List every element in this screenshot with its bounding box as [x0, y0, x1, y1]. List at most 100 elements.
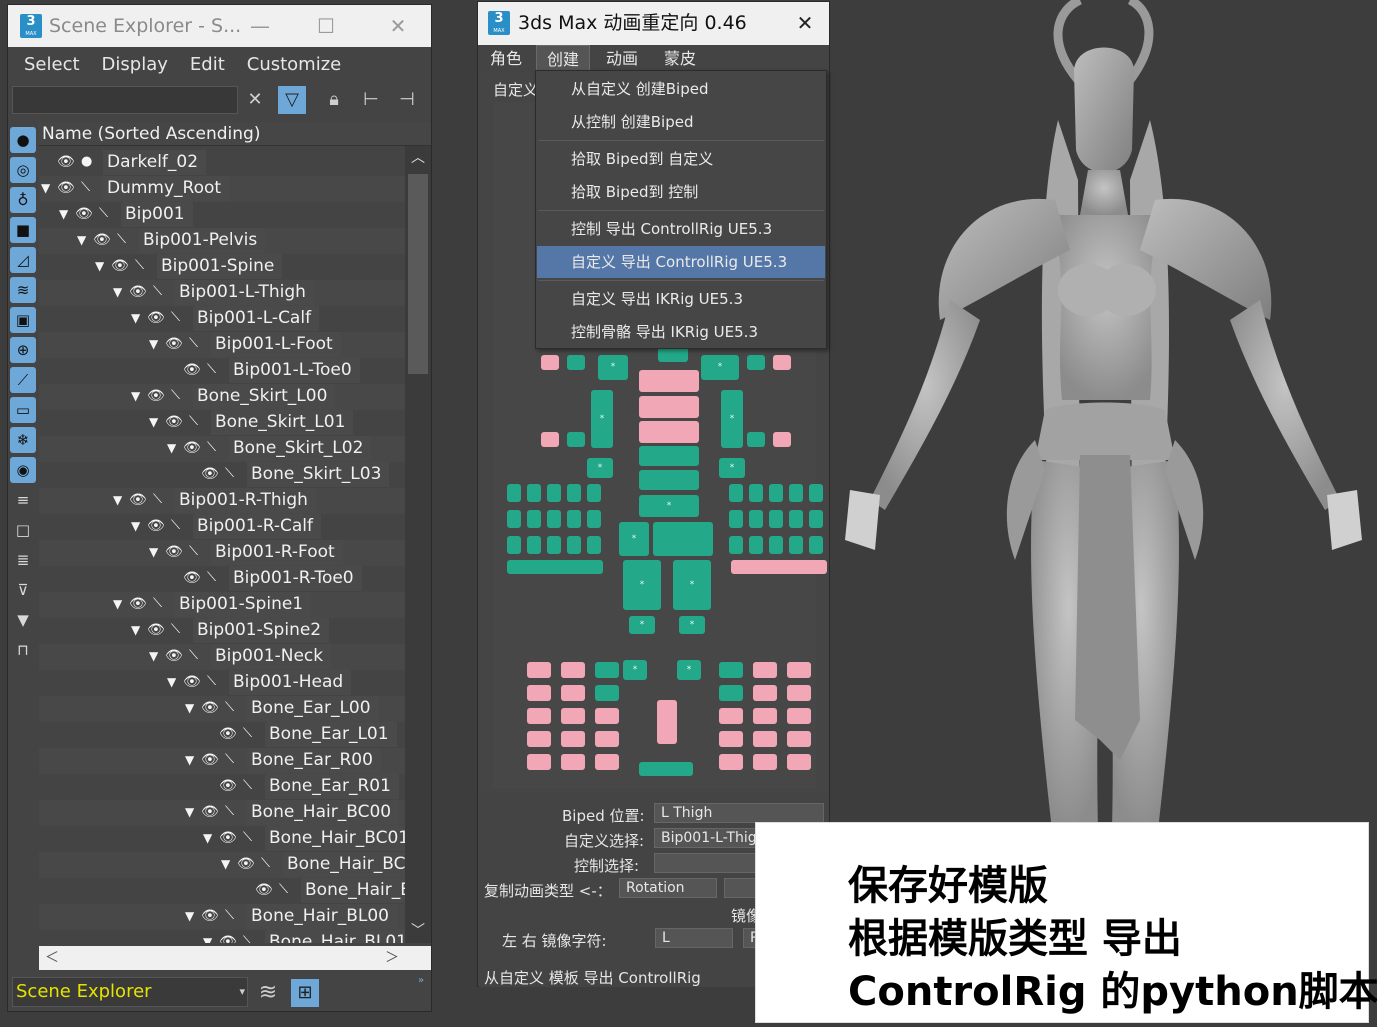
unmapped-bone-slot[interactable]	[561, 708, 585, 724]
menu-item-custom-export-controlrig[interactable]: 自定义 导出 ControllRig UE5.3	[537, 246, 825, 278]
tree-row[interactable]: ▼ 👁︎ ⟍ Bip001-L-Foot	[39, 332, 405, 358]
visibility-eye-icon[interactable]: 👁︎	[147, 388, 167, 404]
tree-row[interactable]: 👁︎ ● Darkelf_02	[39, 150, 405, 176]
expand-arrow-icon[interactable]: ▼	[95, 259, 109, 273]
expand-arrow-icon[interactable]: ▼	[203, 935, 217, 943]
tree-item-label[interactable]: Darkelf_02	[103, 150, 207, 175]
tree-item-label[interactable]: Bone_Hair_BC01	[265, 826, 405, 851]
unmapped-bone-slot[interactable]	[527, 685, 551, 701]
unmapped-bone-slot[interactable]	[527, 708, 551, 724]
expand-arrow-icon[interactable]: ▼	[185, 753, 199, 767]
mapped-bone-slot[interactable]	[809, 536, 823, 554]
tree-item-label[interactable]: Bone_Skirt_L00	[193, 384, 336, 409]
unmapped-bone-slot[interactable]	[787, 662, 811, 678]
mapped-bone-slot[interactable]	[527, 484, 541, 502]
vertical-scrollbar[interactable]: ︿ ﹀	[405, 146, 431, 943]
expand-arrow-icon[interactable]: ▼	[131, 389, 145, 403]
unmapped-bone-slot[interactable]	[719, 731, 743, 747]
menu-item-create-biped-from-control[interactable]: 从控制 创建Biped	[537, 106, 825, 138]
mapped-bone-slot[interactable]	[507, 484, 521, 502]
tree-row[interactable]: ▼ 👁︎ ⟍ Bip001-Spine1	[39, 592, 405, 618]
unmapped-bone-slot[interactable]	[527, 754, 551, 770]
column-header-name[interactable]: Name (Sorted Ascending)	[39, 122, 431, 146]
mapped-bone-slot[interactable]	[587, 484, 601, 502]
tree-row[interactable]: ▼ 👁︎ ⟍ Bone_Skirt_L02	[39, 436, 405, 462]
tree-row[interactable]: ▼ 👁︎ ⟍ Bip001-Head	[39, 670, 405, 696]
unmapped-bone-slot[interactable]	[773, 432, 791, 447]
expand-icon[interactable]: »	[413, 967, 429, 995]
mapped-bone-slot[interactable]: *	[591, 390, 613, 448]
unmapped-bone-slot[interactable]	[561, 731, 585, 747]
expand-arrow-icon[interactable]: ▼	[113, 285, 127, 299]
unmapped-bone-slot[interactable]	[787, 754, 811, 770]
mapped-bone-slot[interactable]	[527, 510, 541, 528]
expand-arrow-icon[interactable]: ▼	[149, 649, 163, 663]
menu-item-control-export-controlrig[interactable]: 控制 导出 ControllRig UE5.3	[537, 213, 825, 245]
visibility-eye-icon[interactable]: 👁︎	[219, 726, 239, 742]
tree-row[interactable]: ▼ 👁︎ ⟍ Bip001-Spine	[39, 254, 405, 280]
mapped-bone-slot[interactable]	[567, 484, 581, 502]
unmapped-bone-slot[interactable]	[719, 754, 743, 770]
mapped-bone-slot[interactable]	[658, 347, 688, 362]
menu-item-custom-export-ikrig[interactable]: 自定义 导出 IKRig UE5.3	[537, 283, 825, 315]
unmapped-bone-slot[interactable]	[561, 662, 585, 678]
unmapped-bone-slot[interactable]	[787, 731, 811, 747]
tree-row[interactable]: ▼ 👁︎ ⟍ Bone_Hair_BC(	[39, 852, 405, 878]
layers-icon[interactable]: ≋	[254, 979, 282, 1007]
mapped-bone-slot[interactable]	[567, 510, 581, 528]
export-template-label[interactable]: 从自定义 模板 导出 ControllRig	[484, 967, 701, 988]
mapped-bone-slot[interactable]	[789, 536, 803, 554]
cameras-filter-icon[interactable]: ■	[10, 217, 36, 243]
expand-arrow-icon[interactable]: ▼	[167, 441, 181, 455]
biped-pos-field[interactable]: L Thigh	[654, 803, 824, 823]
mapped-bone-slot[interactable]: *	[719, 458, 745, 478]
visibility-eye-icon[interactable]: 👁︎	[111, 258, 131, 274]
unmapped-bone-slot[interactable]	[657, 700, 677, 744]
tree-item-label[interactable]: Bone_Ear_R00	[247, 748, 381, 773]
mapped-bone-slot[interactable]: *	[721, 390, 743, 448]
scene-tree[interactable]: 👁︎ ● Darkelf_02 ▼ 👁︎ ⟍ Dummy_Root ▼ 👁︎ ⟍ Bip001 ▼ 👁︎…	[39, 146, 405, 943]
menu-create[interactable]: 创建	[536, 45, 591, 73]
unmapped-bone-slot[interactable]	[753, 708, 777, 724]
expand-arrow-icon[interactable]: ▼	[131, 623, 145, 637]
unmapped-bone-slot[interactable]	[527, 662, 551, 678]
mapped-bone-slot[interactable]	[789, 484, 803, 502]
tree-row[interactable]: ▼ 👁︎ ⟍ Bone_Hair_BC01	[39, 826, 405, 852]
visibility-eye-icon[interactable]: 👁︎	[165, 336, 185, 352]
tree-row[interactable]: ▼ 👁︎ ⟍ Bip001-L-Thigh	[39, 280, 405, 306]
mapped-bone-slot[interactable]	[749, 484, 763, 502]
unmapped-bone-slot[interactable]	[541, 355, 559, 370]
tree-row[interactable]: ▼ 👁︎ ⟍ Bone_Skirt_L01	[39, 410, 405, 436]
scroll-down-icon[interactable]: ﹀	[405, 919, 431, 943]
hierarchy-mode-icon[interactable]: ⊞	[291, 979, 319, 1007]
tree-item-label[interactable]: Bone_Skirt_L01	[211, 410, 354, 435]
mapped-bone-slot[interactable]: *	[619, 522, 649, 556]
unmapped-bone-slot[interactable]	[719, 708, 743, 724]
explorer-selector[interactable]: Scene Explorer ▾	[12, 977, 248, 1007]
tree-row[interactable]: ▼ 👁︎ ⟍ Dummy_Root	[39, 176, 405, 202]
visibility-eye-icon[interactable]: 👁︎	[201, 908, 221, 924]
unmapped-bone-slot[interactable]	[787, 685, 811, 701]
visibility-eye-icon[interactable]: 👁︎	[237, 856, 257, 872]
tree-item-label[interactable]: Bip001-L-Toe0	[229, 358, 360, 383]
tree-row[interactable]: ▼ 👁︎ ⟍ Bone_Hair_BC00	[39, 800, 405, 826]
unmapped-bone-slot[interactable]	[561, 754, 585, 770]
mapped-bone-slot[interactable]	[719, 662, 743, 678]
tree-item-label[interactable]: Bip001-Pelvis	[139, 228, 266, 253]
mapped-bone-slot[interactable]	[747, 355, 765, 370]
tree-row[interactable]: ▼ 👁︎ ⟍ Bone_Hair_BL01	[39, 930, 405, 943]
mapped-bone-slot[interactable]	[639, 470, 699, 490]
filter-off-icon[interactable]: ⊽	[10, 577, 36, 603]
geometry-filter-icon[interactable]: ●	[10, 127, 36, 153]
tree-row[interactable]: ▼ 👁︎ ⟍ Bip001-R-Foot	[39, 540, 405, 566]
mapped-bone-slot[interactable]	[809, 484, 823, 502]
tree-row[interactable]: 👁︎ ⟍ Bip001-R-Toe0	[39, 566, 405, 592]
tree-item-label[interactable]: Bone_Skirt_L03	[247, 462, 390, 487]
tree-item-label[interactable]: Bip001-Head	[229, 670, 352, 695]
containers-filter-icon[interactable]: ▭	[10, 397, 36, 423]
visibility-eye-icon[interactable]: 👁︎	[147, 622, 167, 638]
mapped-bone-slot[interactable]	[789, 510, 803, 528]
unmapped-bone-slot[interactable]	[639, 396, 699, 418]
tree-row[interactable]: 👁︎ ⟍ Bone_Skirt_L03	[39, 462, 405, 488]
mapped-bone-slot[interactable]	[639, 446, 699, 466]
